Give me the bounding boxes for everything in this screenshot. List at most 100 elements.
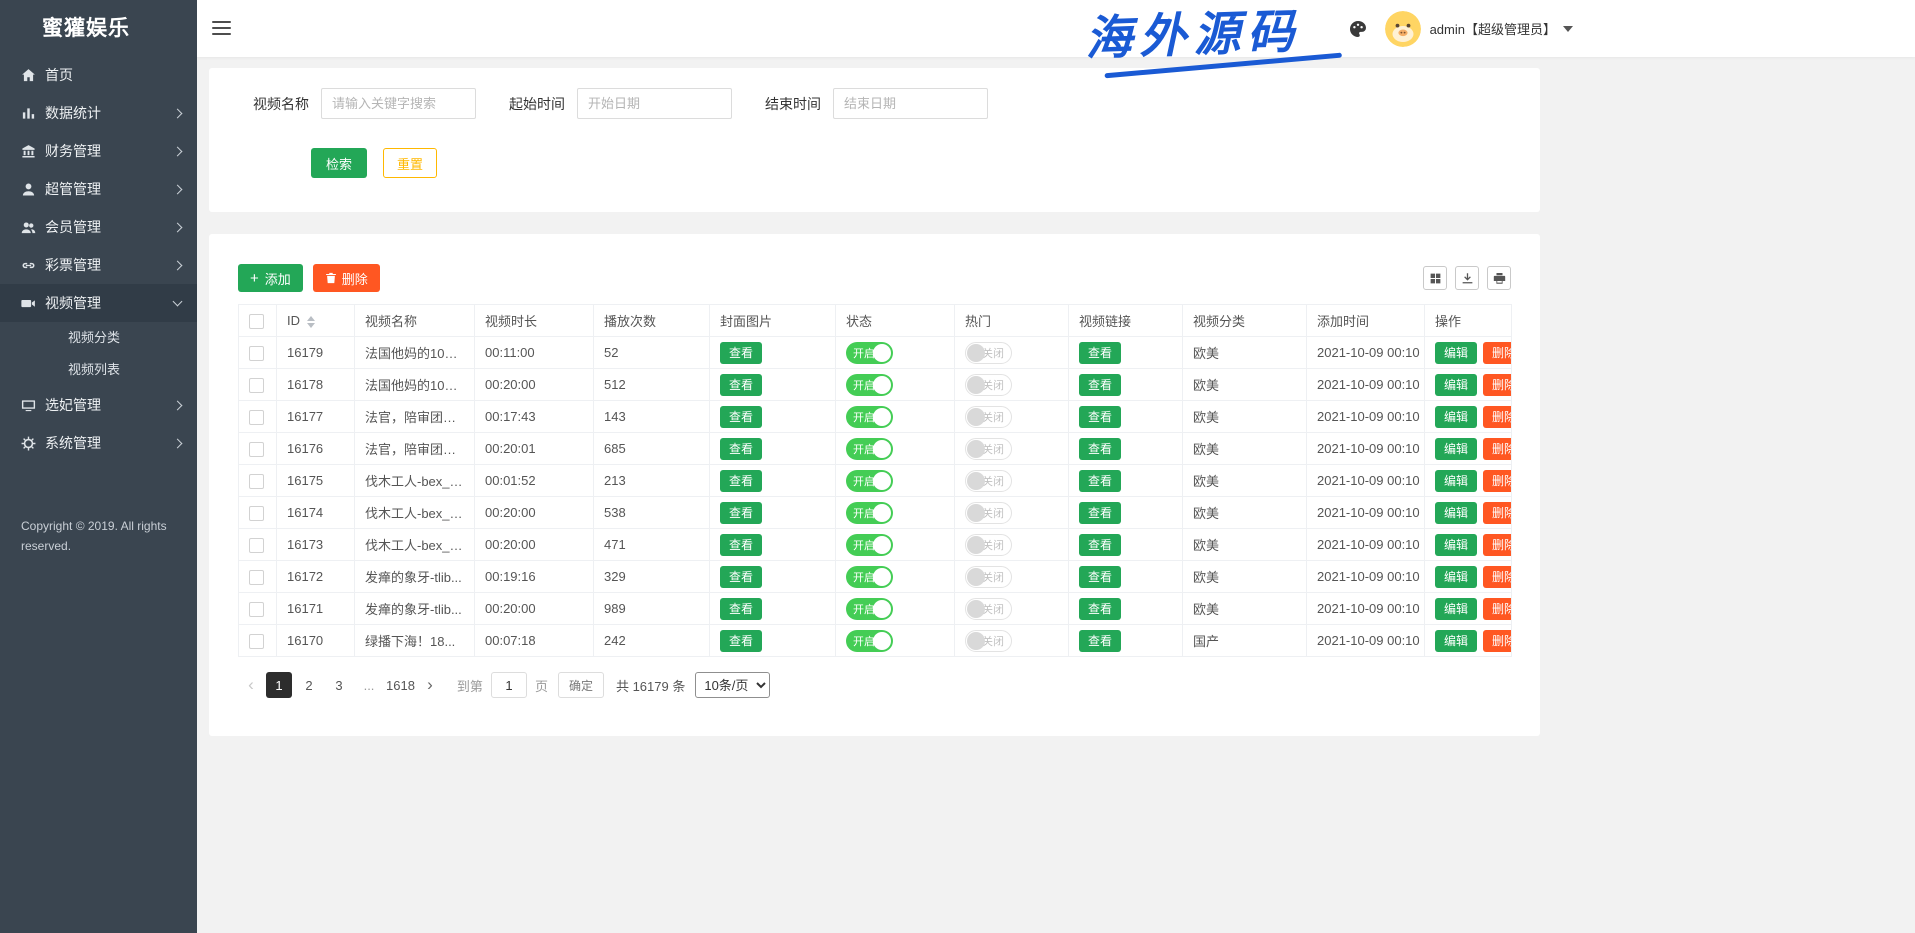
delete-button[interactable]: 删除 xyxy=(1483,534,1511,556)
row-checkbox[interactable] xyxy=(249,442,264,457)
status-toggle[interactable]: 开启 xyxy=(846,598,893,620)
delete-button[interactable]: 删除 xyxy=(1483,342,1511,364)
sidebar-item-bank[interactable]: 财务管理 xyxy=(0,132,197,170)
delete-button[interactable]: 删除 xyxy=(1483,630,1511,652)
edit-button[interactable]: 编辑 xyxy=(1435,534,1477,556)
page-number-button[interactable]: 3 xyxy=(326,672,352,698)
view-cover-button[interactable]: 查看 xyxy=(720,470,762,492)
view-cover-button[interactable]: 查看 xyxy=(720,374,762,396)
view-link-button[interactable]: 查看 xyxy=(1079,406,1121,428)
add-button[interactable]: +添加 xyxy=(238,264,303,292)
batch-delete-button[interactable]: 删除 xyxy=(313,264,380,292)
view-link-button[interactable]: 查看 xyxy=(1079,374,1121,396)
delete-button[interactable]: 删除 xyxy=(1483,598,1511,620)
delete-button[interactable]: 删除 xyxy=(1483,406,1511,428)
confirm-page-button[interactable]: 确定 xyxy=(558,672,604,698)
row-checkbox[interactable] xyxy=(249,474,264,489)
sort-icon[interactable] xyxy=(307,316,315,328)
delete-button[interactable]: 删除 xyxy=(1483,438,1511,460)
row-checkbox[interactable] xyxy=(249,410,264,425)
menu-toggle-icon[interactable] xyxy=(212,21,231,39)
delete-button[interactable]: 删除 xyxy=(1483,502,1511,524)
view-link-button[interactable]: 查看 xyxy=(1079,342,1121,364)
status-toggle[interactable]: 开启 xyxy=(846,534,893,556)
hot-toggle[interactable]: 关闭 xyxy=(965,598,1012,620)
view-link-button[interactable]: 查看 xyxy=(1079,534,1121,556)
sidebar-item-chart[interactable]: 数据统计 xyxy=(0,94,197,132)
row-checkbox[interactable] xyxy=(249,602,264,617)
hot-toggle[interactable]: 关闭 xyxy=(965,630,1012,652)
status-toggle[interactable]: 开启 xyxy=(846,630,893,652)
view-cover-button[interactable]: 查看 xyxy=(720,342,762,364)
view-cover-button[interactable]: 查看 xyxy=(720,630,762,652)
sidebar-item-screen[interactable]: 选妃管理 xyxy=(0,386,197,424)
edit-button[interactable]: 编辑 xyxy=(1435,630,1477,652)
page-size-select[interactable]: 10条/页 xyxy=(695,672,770,698)
row-checkbox[interactable] xyxy=(249,378,264,393)
page-number-button[interactable]: 1618 xyxy=(386,672,415,698)
hot-toggle[interactable]: 关闭 xyxy=(965,502,1012,524)
edit-button[interactable]: 编辑 xyxy=(1435,598,1477,620)
video-name-input[interactable] xyxy=(321,88,476,119)
sidebar-item-lottery[interactable]: 彩票管理 xyxy=(0,246,197,284)
view-link-button[interactable]: 查看 xyxy=(1079,598,1121,620)
hot-toggle[interactable]: 关闭 xyxy=(965,342,1012,364)
view-link-button[interactable]: 查看 xyxy=(1079,630,1121,652)
palette-icon[interactable] xyxy=(1349,20,1367,38)
sidebar-subitem[interactable]: 视频列表 xyxy=(0,354,197,386)
view-link-button[interactable]: 查看 xyxy=(1079,566,1121,588)
status-toggle[interactable]: 开启 xyxy=(846,406,893,428)
view-link-button[interactable]: 查看 xyxy=(1079,502,1121,524)
sidebar-item-video[interactable]: 视频管理 xyxy=(0,284,197,322)
view-cover-button[interactable]: 查看 xyxy=(720,438,762,460)
columns-icon[interactable] xyxy=(1423,266,1447,290)
row-checkbox[interactable] xyxy=(249,346,264,361)
edit-button[interactable]: 编辑 xyxy=(1435,566,1477,588)
status-toggle[interactable]: 开启 xyxy=(846,374,893,396)
delete-button[interactable]: 删除 xyxy=(1483,374,1511,396)
edit-button[interactable]: 编辑 xyxy=(1435,502,1477,524)
reset-button[interactable]: 重置 xyxy=(383,148,437,178)
sidebar-item-home[interactable]: 首页 xyxy=(0,56,197,94)
hot-toggle[interactable]: 关闭 xyxy=(965,566,1012,588)
goto-page-input[interactable] xyxy=(491,672,527,698)
row-checkbox[interactable] xyxy=(249,538,264,553)
download-icon[interactable] xyxy=(1455,266,1479,290)
row-checkbox[interactable] xyxy=(249,570,264,585)
edit-button[interactable]: 编辑 xyxy=(1435,342,1477,364)
edit-button[interactable]: 编辑 xyxy=(1435,406,1477,428)
select-all-checkbox[interactable] xyxy=(249,314,264,329)
start-date-input[interactable] xyxy=(577,88,732,119)
edit-button[interactable]: 编辑 xyxy=(1435,438,1477,460)
page-number-button[interactable]: 2 xyxy=(296,672,322,698)
print-icon[interactable] xyxy=(1487,266,1511,290)
edit-button[interactable]: 编辑 xyxy=(1435,374,1477,396)
hot-toggle[interactable]: 关闭 xyxy=(965,470,1012,492)
status-toggle[interactable]: 开启 xyxy=(846,438,893,460)
view-cover-button[interactable]: 查看 xyxy=(720,502,762,524)
status-toggle[interactable]: 开启 xyxy=(846,342,893,364)
end-date-input[interactable] xyxy=(833,88,988,119)
sidebar-item-admin[interactable]: 超管管理 xyxy=(0,170,197,208)
username-text[interactable]: admin【超级管理员】 xyxy=(1430,19,1556,38)
view-cover-button[interactable]: 查看 xyxy=(720,534,762,556)
sidebar-item-gear[interactable]: 系统管理 xyxy=(0,424,197,462)
search-button[interactable]: 检索 xyxy=(311,148,367,178)
avatar[interactable] xyxy=(1385,11,1421,47)
view-cover-button[interactable]: 查看 xyxy=(720,598,762,620)
page-number-button[interactable]: 1 xyxy=(266,672,292,698)
row-checkbox[interactable] xyxy=(249,506,264,521)
view-cover-button[interactable]: 查看 xyxy=(720,406,762,428)
hot-toggle[interactable]: 关闭 xyxy=(965,374,1012,396)
status-toggle[interactable]: 开启 xyxy=(846,470,893,492)
row-checkbox[interactable] xyxy=(249,634,264,649)
view-cover-button[interactable]: 查看 xyxy=(720,566,762,588)
hot-toggle[interactable]: 关闭 xyxy=(965,406,1012,428)
edit-button[interactable]: 编辑 xyxy=(1435,470,1477,492)
view-link-button[interactable]: 查看 xyxy=(1079,470,1121,492)
prev-page-button[interactable]: ‹ xyxy=(238,672,264,698)
view-link-button[interactable]: 查看 xyxy=(1079,438,1121,460)
sidebar-item-users[interactable]: 会员管理 xyxy=(0,208,197,246)
hot-toggle[interactable]: 关闭 xyxy=(965,534,1012,556)
next-page-button[interactable]: › xyxy=(417,672,443,698)
